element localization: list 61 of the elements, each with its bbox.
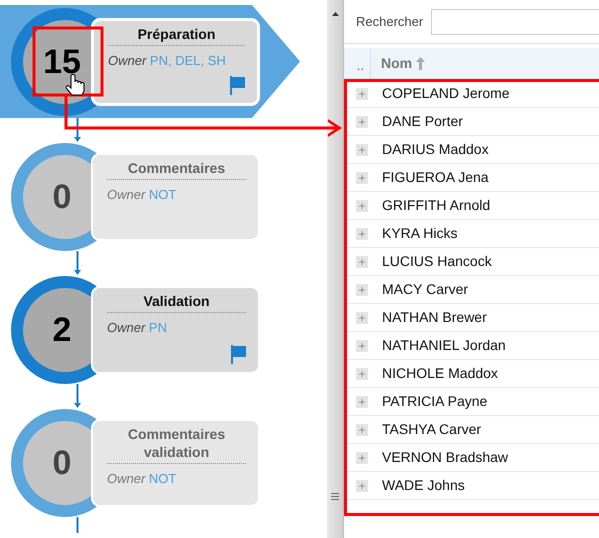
expand-button[interactable]: + <box>356 256 368 268</box>
step-count[interactable]: 0 <box>52 446 72 480</box>
step-count[interactable]: 0 <box>52 180 72 214</box>
expand-button[interactable]: + <box>356 368 368 380</box>
expand-button[interactable]: + <box>356 172 368 184</box>
table-cell-text: DANE Porter <box>382 112 463 131</box>
column-header[interactable]: Nom <box>371 53 426 74</box>
table-cell-text: NATHANIEL Jordan <box>382 336 506 355</box>
owner-label: Owner <box>107 187 146 202</box>
owner-label: Owner <box>107 320 146 335</box>
step-card[interactable]: Commentaires validation Owner NOT <box>91 419 260 507</box>
step-title: Commentaires <box>107 159 246 180</box>
owner-label: Owner <box>108 52 146 68</box>
owner-list: PN, DEL, SH <box>150 52 226 68</box>
highlight-frame <box>32 26 104 96</box>
table-cell-text: WADE Johns <box>382 476 465 495</box>
step-card[interactable]: Commentaires Owner NOT <box>91 153 260 241</box>
owner-list: PN <box>148 320 167 335</box>
connector-arrow <box>73 251 82 276</box>
expand-button[interactable]: + <box>356 228 368 240</box>
step-count[interactable]: 2 <box>52 313 72 347</box>
table-cell-text: PATRICIA Payne <box>382 392 488 411</box>
hand-cursor-icon <box>66 74 84 96</box>
expand-button[interactable]: + <box>356 200 368 212</box>
grip-icon[interactable] <box>331 493 339 500</box>
table-cell-text: NATHAN Brewer <box>382 308 487 327</box>
sort-ascending-icon <box>416 57 426 70</box>
step-card[interactable]: Préparation Owner PN, DEL, SH <box>91 18 260 106</box>
step-title: Validation <box>107 292 246 313</box>
expand-button[interactable]: + <box>356 480 368 492</box>
table-cell-text: FIGUEROA Jena <box>382 168 489 187</box>
expand-button[interactable]: + <box>356 452 368 464</box>
step-card[interactable]: Validation Owner PN <box>91 286 260 374</box>
expand-button[interactable]: + <box>356 312 368 324</box>
step-count[interactable]: 15 <box>43 44 81 78</box>
scrollbar[interactable] <box>327 0 344 538</box>
owner-list: NOT <box>148 471 176 486</box>
table-cell-text: DARIUS Maddox <box>382 140 489 159</box>
search-field[interactable] <box>431 8 599 34</box>
expand-button[interactable]: + <box>356 144 368 156</box>
expand-button[interactable]: + <box>356 116 368 128</box>
scroll-up-icon[interactable] <box>332 12 339 16</box>
table-cell-text: LUCIUS Hancock <box>382 252 492 271</box>
step-title: Préparation <box>108 24 245 46</box>
table-cell-text: NICHOLE Maddox <box>382 364 498 383</box>
table-cell-text: GRIFFITH Arnold <box>382 196 490 215</box>
table-cell-text: VERNON Bradshaw <box>382 448 508 467</box>
table-cell-text: TASHYA Carver <box>382 420 482 439</box>
expand-button[interactable]: + <box>356 396 368 408</box>
table-cell-text: KYRA Hicks <box>382 224 458 243</box>
owner-label: Owner <box>107 471 146 486</box>
table-cell-text: COPELAND Jerome <box>382 84 510 103</box>
table-cell-text: MACY Carver <box>382 280 468 299</box>
search-label: Rechercher <box>356 12 424 31</box>
expand-button[interactable]: + <box>356 284 368 296</box>
owner-list: NOT <box>148 187 176 202</box>
expand-button[interactable]: + <box>356 88 368 100</box>
expand-button[interactable]: + <box>356 340 368 352</box>
expand-button[interactable]: + <box>356 424 368 436</box>
step-title: Commentaires validation <box>107 425 246 464</box>
column-header[interactable]: .. <box>344 48 371 80</box>
